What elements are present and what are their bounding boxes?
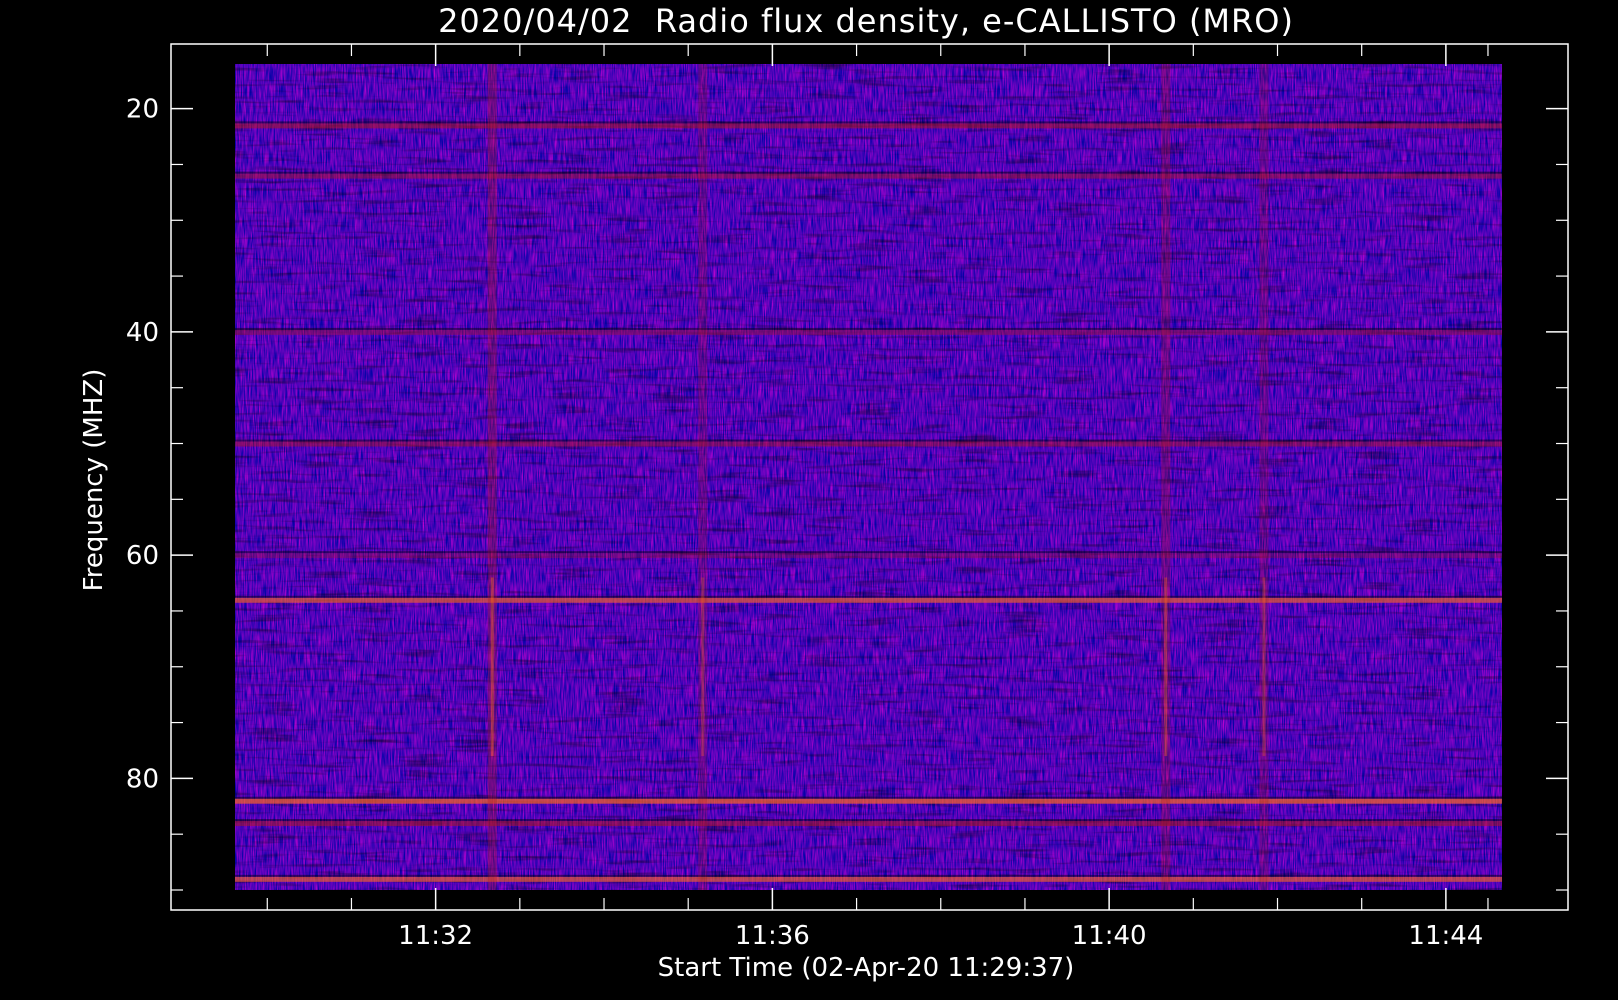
frequency-band-gap: [235, 551, 1502, 554]
burst-core: [490, 577, 494, 757]
frequency-band-gap: [235, 819, 1502, 822]
burst-column: [487, 64, 497, 890]
x-tick-label: 11:32: [398, 921, 473, 951]
burst-column: [698, 64, 708, 890]
y-tick-label: 80: [126, 764, 159, 794]
frequency-band: [235, 441, 1502, 447]
frequency-band: [235, 329, 1502, 335]
chart-title: 2020/04/02 Radio flux density, e-CALLIST…: [438, 2, 1294, 40]
frequency-band: [235, 173, 1502, 179]
frequency-band: [235, 798, 1502, 804]
frequency-band: [235, 123, 1502, 129]
frequency-band-gap: [235, 121, 1502, 124]
frequency-band: [235, 876, 1502, 882]
frequency-band-gap: [235, 796, 1502, 799]
y-axis-label: Frequency (MHZ): [79, 369, 109, 592]
x-axis-label: Start Time (02-Apr-20 11:29:37): [658, 953, 1075, 983]
burst-core: [1164, 577, 1168, 757]
burst-core: [701, 577, 705, 757]
spectrogram-plot-area: [235, 64, 1502, 890]
x-tick-label: 11:44: [1408, 921, 1483, 951]
spectrogram-figure: 2020/04/02 Radio flux density, e-CALLIST…: [79, 2, 1569, 983]
y-tick-label: 20: [126, 95, 159, 125]
frequency-band: [235, 553, 1502, 559]
frequency-band-gap: [235, 171, 1502, 174]
frequency-band-gap: [235, 327, 1502, 330]
burst-core: [1262, 577, 1266, 757]
x-tick-label: 11:40: [1072, 921, 1147, 951]
frequency-band-gap: [235, 874, 1502, 877]
burst-column: [1259, 64, 1269, 890]
burst-column: [1161, 64, 1171, 890]
frequency-band: [235, 821, 1502, 827]
y-tick-label: 40: [126, 318, 159, 348]
heatmap-dark-streaks-layer: [235, 64, 1502, 890]
x-tick-label: 11:36: [735, 921, 810, 951]
frequency-band-gap: [235, 595, 1502, 598]
frequency-band: [235, 597, 1502, 603]
frequency-band-gap: [235, 439, 1502, 442]
y-tick-label: 60: [126, 541, 159, 571]
